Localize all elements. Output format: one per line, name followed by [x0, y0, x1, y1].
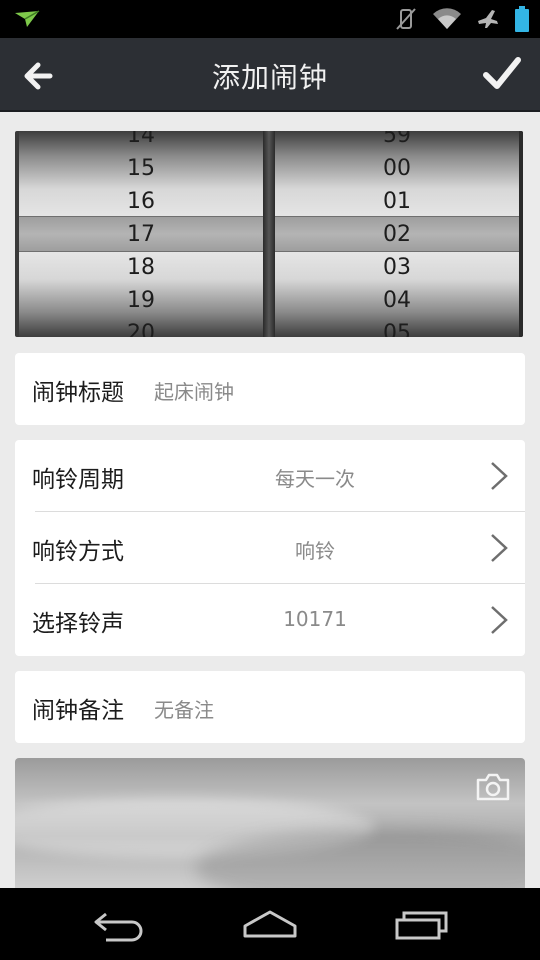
- alarm-title-row[interactable]: 闹钟标题 起床闹钟: [15, 353, 525, 425]
- chevron-right-icon: [491, 606, 508, 634]
- nav-recents-icon: [395, 911, 448, 940]
- confirm-button[interactable]: [482, 54, 522, 94]
- battery-icon: [514, 6, 530, 36]
- chevron-right-icon: [491, 462, 508, 490]
- picker-edge: [519, 131, 523, 337]
- hour-option[interactable]: 19: [19, 284, 263, 317]
- minute-option[interactable]: 05: [275, 317, 519, 337]
- minute-option[interactable]: 00: [275, 152, 519, 185]
- time-picker: 14 15 16 17 18 19 20 59 00 01 02 03 04 0…: [15, 131, 523, 337]
- minute-option[interactable]: 59: [275, 131, 519, 152]
- camera-icon: [476, 773, 510, 801]
- alarm-note-label: 闹钟备注: [32, 698, 124, 724]
- wheel-separator: [263, 131, 275, 337]
- hour-option[interactable]: 20: [19, 317, 263, 337]
- minute-wheel[interactable]: 59 00 01 02 03 04 05: [275, 131, 519, 337]
- ring-mode-row[interactable]: 响铃方式 响铃: [15, 512, 525, 584]
- hour-wheel[interactable]: 14 15 16 17 18 19 20: [19, 131, 263, 337]
- ring-cycle-row[interactable]: 响铃周期 每天一次: [15, 440, 525, 512]
- navigation-bar: [0, 888, 540, 960]
- alarm-title-label: 闹钟标题: [32, 380, 124, 406]
- app-bar: 添加闹钟: [0, 38, 540, 112]
- minute-option[interactable]: 03: [275, 251, 519, 284]
- alarm-title-input[interactable]: 起床闹钟: [154, 376, 234, 405]
- hour-option[interactable]: 16: [19, 185, 263, 218]
- notification-icon: [14, 10, 40, 32]
- alarm-title-card: 闹钟标题 起床闹钟: [15, 353, 525, 425]
- alarm-note-input[interactable]: 无备注: [154, 694, 214, 723]
- ringtone-value: 10171: [283, 607, 347, 631]
- minute-option[interactable]: 04: [275, 284, 519, 317]
- hour-selected[interactable]: 17: [19, 218, 263, 251]
- alarm-note-card: 闹钟备注 无备注: [15, 671, 525, 743]
- minute-selected[interactable]: 02: [275, 218, 519, 251]
- nav-back-icon: [94, 912, 143, 942]
- alarm-background-photo[interactable]: [15, 758, 525, 888]
- ringtone-row[interactable]: 选择铃声 10171: [15, 584, 525, 656]
- nav-home-button[interactable]: [242, 908, 298, 942]
- ring-cycle-label: 响铃周期: [32, 467, 124, 493]
- ringtone-label: 选择铃声: [32, 611, 124, 637]
- checkmark-icon: [483, 57, 521, 89]
- alarm-note-row[interactable]: 闹钟备注 无备注: [15, 671, 525, 743]
- hour-option[interactable]: 15: [19, 152, 263, 185]
- camera-button[interactable]: [475, 772, 511, 802]
- airplane-mode-icon: [476, 7, 500, 35]
- hour-option[interactable]: 14: [19, 131, 263, 152]
- vibrate-off-icon: [394, 7, 418, 35]
- nav-home-icon: [243, 910, 297, 938]
- alarm-settings-card: 响铃周期 每天一次 响铃方式 响铃 选择铃声 10171: [15, 440, 525, 656]
- hour-option[interactable]: 18: [19, 251, 263, 284]
- ring-mode-label: 响铃方式: [32, 539, 124, 565]
- status-bar: [0, 0, 540, 38]
- chevron-right-icon: [491, 534, 508, 562]
- ring-mode-value: 响铃: [295, 539, 335, 563]
- minute-option[interactable]: 01: [275, 185, 519, 218]
- page-title: 添加闹钟: [211, 61, 328, 94]
- nav-back-button[interactable]: [92, 908, 148, 942]
- ring-cycle-value: 每天一次: [275, 467, 355, 491]
- nav-recents-button[interactable]: [394, 908, 450, 942]
- wifi-icon: [432, 7, 462, 35]
